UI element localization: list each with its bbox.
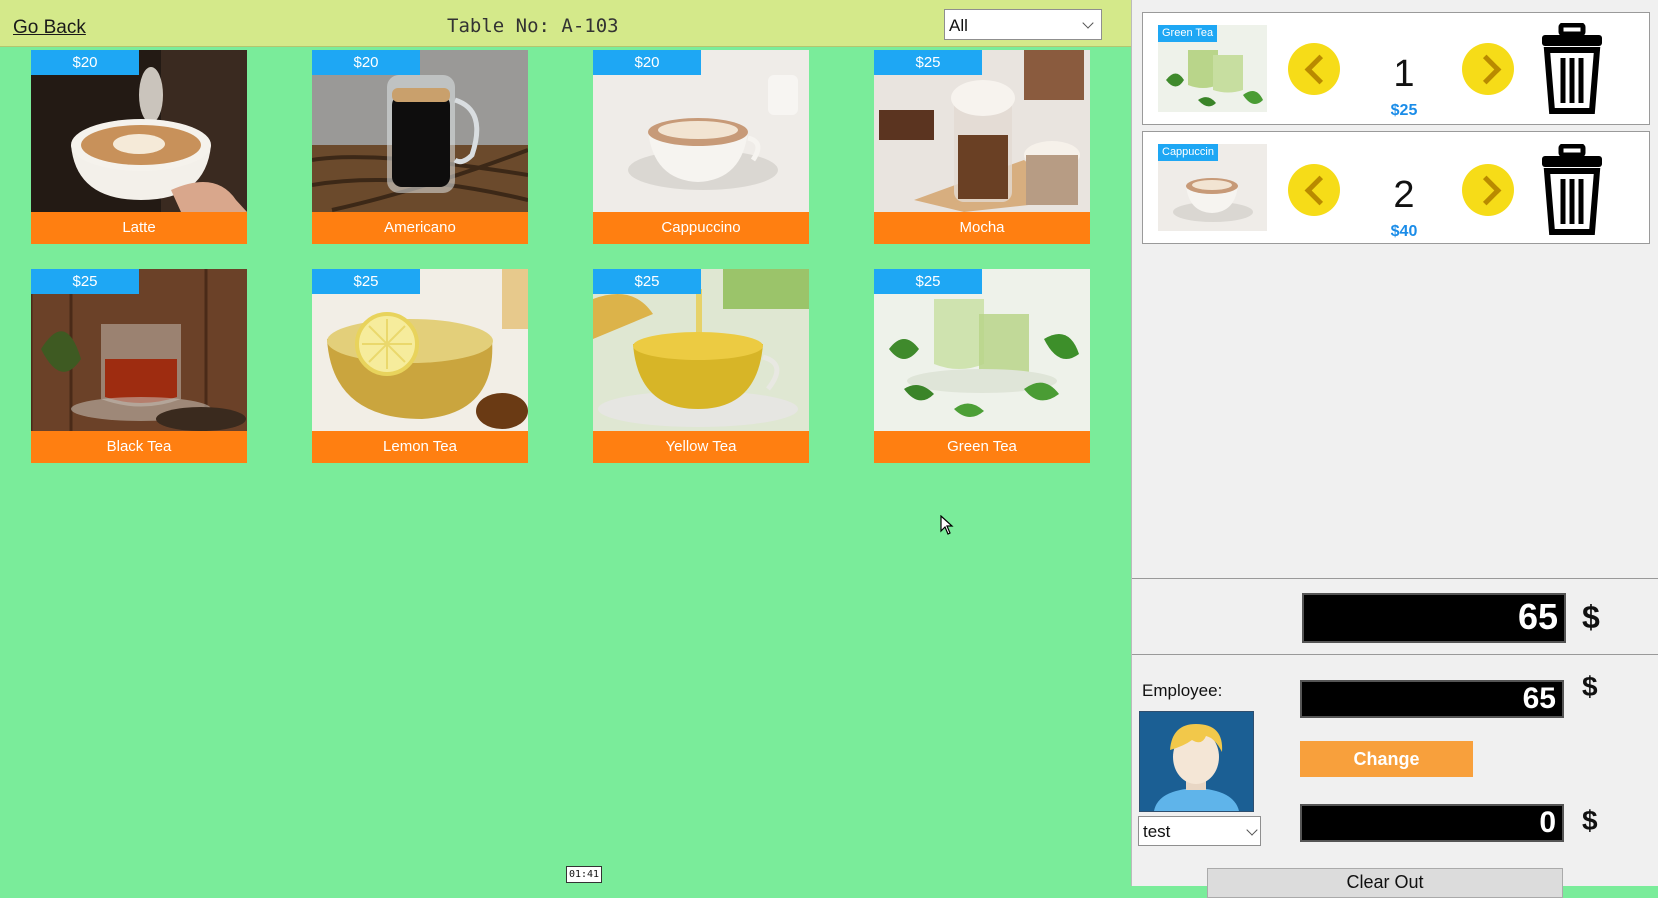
increase-qty-button[interactable] bbox=[1462, 43, 1514, 95]
category-filter-select[interactable]: All bbox=[944, 9, 1102, 40]
chevron-left-icon bbox=[1304, 175, 1335, 206]
chevron-right-icon bbox=[1471, 175, 1502, 206]
change-amount-field: 0 bbox=[1300, 804, 1564, 842]
order-item-tag: Green Tea bbox=[1158, 25, 1218, 42]
top-bar: Go Back Table No: A-103 All bbox=[0, 0, 1131, 47]
price-tag: $25 bbox=[874, 269, 982, 294]
product-card-green-tea[interactable]: $25 Green Tea bbox=[874, 269, 1090, 463]
product-card-yellow-tea[interactable]: $25 Yellow Tea bbox=[593, 269, 809, 463]
go-back-link[interactable]: Go Back bbox=[13, 17, 86, 39]
decrease-qty-button[interactable] bbox=[1288, 164, 1340, 216]
trash-icon bbox=[1542, 22, 1602, 114]
order-item-qty: 2 bbox=[1393, 174, 1415, 216]
price-tag: $20 bbox=[312, 50, 420, 75]
currency-symbol: $ bbox=[1582, 671, 1598, 702]
amount-paid-field[interactable]: 65 bbox=[1300, 680, 1564, 718]
change-button[interactable]: Change bbox=[1300, 741, 1473, 777]
price-tag: $20 bbox=[31, 50, 139, 75]
price-tag: $25 bbox=[312, 269, 420, 294]
product-card-cappuccino[interactable]: $20 Cappuccino bbox=[593, 50, 809, 244]
employee-label: Employee: bbox=[1142, 681, 1223, 700]
employee-avatar bbox=[1139, 711, 1254, 812]
price-tag: $25 bbox=[874, 50, 982, 75]
remove-item-button[interactable] bbox=[1539, 143, 1605, 241]
product-name: Latte bbox=[31, 212, 247, 244]
product-card-latte[interactable]: $20 Latte bbox=[31, 50, 247, 244]
order-item-tag: Cappuccin bbox=[1158, 144, 1218, 161]
order-item-row: Cappuccin 2 $40 bbox=[1142, 131, 1650, 244]
table-number: Table No: A-103 bbox=[447, 15, 619, 37]
product-name: Lemon Tea bbox=[312, 431, 528, 463]
user-avatar-icon bbox=[1140, 712, 1253, 811]
product-card-black-tea[interactable]: $25 Black Tea bbox=[31, 269, 247, 463]
price-tag: $25 bbox=[31, 269, 139, 294]
employee-select-value: test bbox=[1143, 822, 1171, 841]
video-timestamp: 01:41 bbox=[566, 866, 602, 883]
price-tag: $20 bbox=[593, 50, 701, 75]
currency-symbol: $ bbox=[1582, 805, 1598, 836]
currency-symbol: $ bbox=[1582, 599, 1600, 635]
product-card-americano[interactable]: $20 Americano bbox=[312, 50, 528, 244]
order-panel: Green Tea 1 $25 Cappuccin 2 $40 65 $ Emp… bbox=[1131, 0, 1658, 898]
category-filter-value: All bbox=[949, 16, 968, 35]
order-item-qty: 1 bbox=[1393, 53, 1415, 95]
price-tag: $25 bbox=[593, 269, 701, 294]
product-name: Black Tea bbox=[31, 431, 247, 463]
order-item-row: Green Tea 1 $25 bbox=[1142, 12, 1650, 125]
product-card-mocha[interactable]: $25 Mocha bbox=[874, 50, 1090, 244]
menu-panel: Go Back Table No: A-103 All $20 Latte $2… bbox=[0, 0, 1131, 886]
remove-item-button[interactable] bbox=[1539, 22, 1605, 120]
clear-out-button[interactable]: Clear Out bbox=[1207, 868, 1563, 898]
chevron-left-icon bbox=[1304, 54, 1335, 85]
increase-qty-button[interactable] bbox=[1462, 164, 1514, 216]
trash-icon bbox=[1542, 143, 1602, 235]
employee-select[interactable]: test bbox=[1138, 816, 1261, 846]
product-name: Cappuccino bbox=[593, 212, 809, 244]
dropdown-chevron-icon bbox=[1082, 17, 1094, 29]
product-name: Americano bbox=[312, 212, 528, 244]
dropdown-chevron-icon bbox=[1246, 824, 1258, 836]
decrease-qty-button[interactable] bbox=[1288, 43, 1340, 95]
order-item-price: $40 bbox=[1390, 223, 1418, 240]
mouse-cursor-icon bbox=[940, 514, 954, 540]
order-item-thumbnail: Cappuccin bbox=[1158, 144, 1267, 231]
order-total-amount: 65 bbox=[1302, 593, 1566, 643]
product-name: Green Tea bbox=[874, 431, 1090, 463]
order-total-section: 65 $ bbox=[1132, 578, 1658, 655]
order-item-thumbnail: Green Tea bbox=[1158, 25, 1267, 112]
product-name: Yellow Tea bbox=[593, 431, 809, 463]
chevron-right-icon bbox=[1471, 54, 1502, 85]
product-name: Mocha bbox=[874, 212, 1090, 244]
order-item-price: $25 bbox=[1390, 102, 1418, 119]
product-card-lemon-tea[interactable]: $25 Lemon Tea bbox=[312, 269, 528, 463]
